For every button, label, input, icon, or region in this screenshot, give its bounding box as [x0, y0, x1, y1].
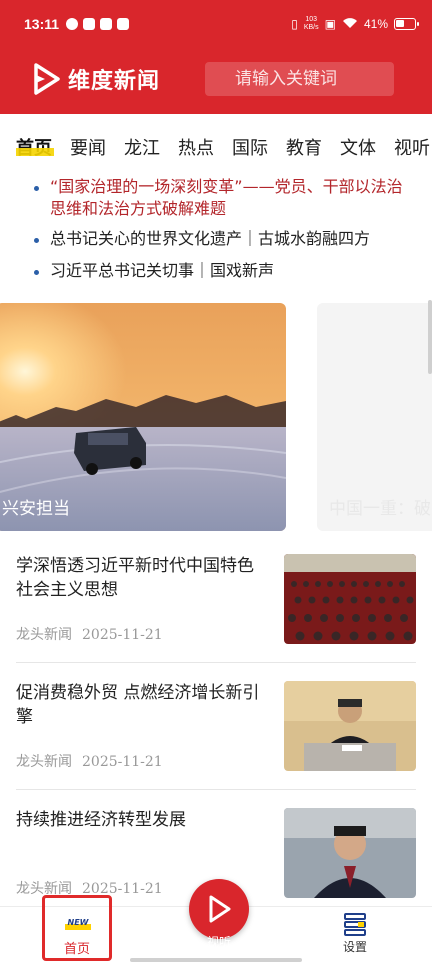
news-thumbnail	[284, 554, 416, 644]
status-right: ▯ 103 KB/s ▣ 41%	[291, 16, 419, 32]
bullet-icon	[34, 186, 39, 191]
notification-icons	[66, 18, 129, 30]
news-date: 2025-11-21	[82, 754, 163, 770]
nav-video-label: 视听	[206, 935, 231, 949]
status-time: 13:11	[24, 16, 60, 32]
nav-settings-label: 设置	[342, 940, 367, 954]
category-tabs: 首页 要闻 龙江 热点 国际 教育 文体 视听	[0, 130, 432, 166]
news-thumbnail	[284, 681, 416, 771]
app-logo: 维度新闻	[32, 62, 160, 96]
tab-culture-sports[interactable]: 文体	[340, 134, 376, 160]
network-speed: 103 KB/s	[303, 16, 319, 31]
news-source: 龙头新闻	[16, 627, 72, 643]
nav-home-button[interactable]: NEW 首页	[42, 895, 112, 961]
headline-item[interactable]: 习近平总书记关切事｜国戏新声	[30, 260, 410, 282]
news-meta: 龙头新闻 2025-11-21	[16, 751, 163, 771]
app-screen: 13:11 ▯ 103 KB/s ▣ 41% 维度新闻 请输入关键词 要闻 龙江…	[0, 0, 432, 964]
tab-top-news[interactable]: 要闻	[70, 134, 106, 160]
play-icon	[209, 895, 231, 923]
gesture-home-bar[interactable]	[130, 958, 302, 962]
tab-longjiang[interactable]: 龙江	[124, 134, 160, 160]
nav-home-label: 首页	[63, 942, 90, 957]
status-bar: 13:11 ▯ 103 KB/s ▣ 41%	[0, 0, 432, 52]
carousel-caption: 兴安担当	[2, 499, 70, 519]
tab-hot[interactable]: 热点	[178, 134, 214, 160]
carousel-slide[interactable]: 兴安担当	[0, 303, 286, 531]
notification-icon	[66, 18, 78, 30]
bullet-icon	[34, 238, 39, 243]
play-notification-icon	[83, 18, 95, 30]
svg-text:NEW: NEW	[68, 918, 90, 927]
mail-notification-icon	[100, 18, 112, 30]
sim-icon: ▣	[324, 17, 336, 31]
tab-education[interactable]: 教育	[286, 134, 322, 160]
carousel-slide[interactable]: 中国一重：破	[317, 303, 432, 531]
featured-carousel[interactable]: 兴安担当 中国一重：破	[0, 303, 432, 531]
logo-mark-icon	[34, 63, 60, 95]
news-item[interactable]: 学深悟透习近平新时代中国特色社会主义思想 龙头新闻 2025-11-21	[16, 554, 416, 674]
speaker-at-podium-image	[284, 681, 416, 771]
app-header: 13:11 ▯ 103 KB/s ▣ 41% 维度新闻 请输入关键词	[0, 0, 432, 114]
bullet-icon	[34, 270, 39, 275]
news-source: 龙头新闻	[16, 754, 72, 770]
wifi-icon	[342, 17, 358, 32]
tab-video[interactable]: 视听	[394, 134, 430, 160]
list-divider	[16, 662, 416, 663]
tab-international[interactable]: 国际	[232, 134, 268, 160]
list-divider	[16, 789, 416, 790]
news-meta: 龙头新闻 2025-11-21	[16, 624, 163, 644]
tab-home[interactable]: 首页	[16, 134, 52, 160]
battery-percent: 41%	[363, 17, 388, 31]
active-tab-indicator	[16, 148, 54, 156]
nav-video-button[interactable]: 视听	[189, 879, 249, 949]
vibrate-icon: ▯	[291, 17, 298, 31]
news-date: 2025-11-21	[82, 627, 163, 643]
scrollbar[interactable]	[428, 300, 432, 374]
news-title: 学深悟透习近平新时代中国特色社会主义思想	[16, 556, 254, 600]
news-thumbnail	[284, 808, 416, 898]
carousel-caption: 中国一重：破	[329, 499, 431, 519]
meeting-hall-image	[284, 554, 416, 644]
home-new-icon: NEW	[65, 918, 91, 930]
search-input[interactable]: 请输入关键词	[205, 62, 394, 96]
settings-icon	[344, 913, 366, 936]
news-item[interactable]: 促消费稳外贸 点燃经济增长新引擎 龙头新闻 2025-11-21	[16, 681, 416, 801]
app-name: 维度新闻	[68, 69, 161, 94]
news-title: 促消费稳外贸 点燃经济增长新引擎	[16, 683, 260, 727]
headline-item[interactable]: “国家治理的一场深刻变革”——党员、干部以法治思维和法治方式破解难题	[30, 176, 410, 220]
portrait-image	[284, 808, 416, 898]
headline-item[interactable]: 总书记关心的世界文化遗产｜古城水韵融四方	[30, 228, 410, 250]
app-notification-icon	[117, 18, 129, 30]
nav-settings-button[interactable]: 设置	[330, 912, 380, 956]
battery-icon	[394, 18, 419, 30]
news-title: 持续推进经济转型发展	[16, 810, 186, 830]
